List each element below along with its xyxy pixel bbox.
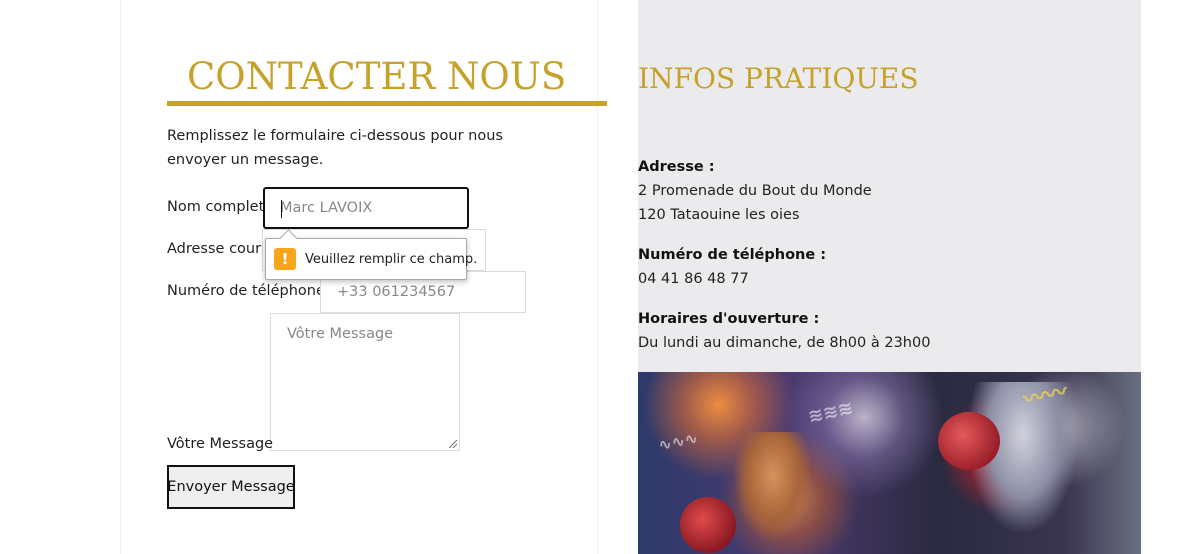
graffiti-boxing-mural-image: 〰〰 ≋≋≋ ∿∿∿ <box>638 372 1141 554</box>
hours-value: Du lundi au dimanche, de 8h00 à 23h00 <box>638 335 931 351</box>
message-textarea[interactable]: Vôtre Message <box>270 313 460 451</box>
email-label: Adresse courri <box>167 241 271 257</box>
mural-tag-decoration: ≋≋≋ <box>806 397 855 428</box>
address-label: Adresse : <box>638 159 715 175</box>
message-label: Vôtre Message <box>167 436 274 452</box>
validation-tooltip: ! Veuillez remplir ce champ. <box>265 238 477 280</box>
name-input[interactable]: Marc LAVOIX <box>263 187 469 229</box>
message-placeholder: Vôtre Message <box>287 326 394 342</box>
address-line-1: 2 Promenade du Bout du Monde <box>638 183 872 199</box>
warning-icon: ! <box>274 248 296 270</box>
contact-intro: Remplissez le formulaire ci-dessous pour… <box>167 128 503 168</box>
validation-message: Veuillez remplir ce champ. <box>305 251 478 267</box>
name-label: Nom complet <box>167 199 265 215</box>
mural-left-glove <box>680 497 736 553</box>
title-divider <box>167 101 607 106</box>
address-line-2: 120 Tataouine les oies <box>638 207 800 223</box>
contact-title: CONTACTER NOUS <box>187 55 567 98</box>
text-caret <box>281 200 282 218</box>
infos-title: INFOS PRATIQUES <box>638 62 919 95</box>
resize-handle-icon[interactable] <box>449 440 457 448</box>
mural-tag-decoration: ∿∿∿ <box>656 428 700 455</box>
hours-label: Horaires d'ouverture : <box>638 311 820 327</box>
phone-info-label: Numéro de téléphone : <box>638 247 827 263</box>
phone-info-value: 04 41 86 48 77 <box>638 271 749 287</box>
mural-left-fighter <box>733 432 813 542</box>
phone-label: Numéro de téléphone <box>167 283 325 299</box>
send-message-button[interactable]: Envoyer Message <box>167 465 295 509</box>
mural-right-glove <box>938 412 1000 470</box>
name-input-placeholder: Marc LAVOIX <box>280 200 373 216</box>
phone-input-placeholder: +33 061234567 <box>337 284 456 300</box>
